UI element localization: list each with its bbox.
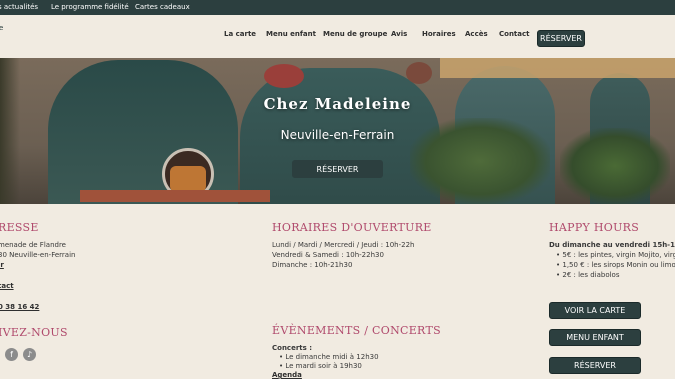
agenda-link[interactable]: Agenda: [272, 371, 302, 379]
top-bar: s actualités Le programme fidélité Carte…: [0, 0, 675, 15]
nav-horaires[interactable]: Horaires: [422, 30, 456, 38]
happy-item-1-text: 5€ : les pintes, virgin Mojito, virgin P…: [562, 251, 675, 259]
topbar-link-cartes-cadeaux[interactable]: Cartes cadeaux: [135, 3, 190, 11]
phone-link[interactable]: 0 38 16 42: [0, 303, 39, 311]
follow-heading: IVEZ-NOUS: [0, 326, 68, 339]
hero-title: Chez Madeleine: [263, 95, 412, 113]
hero-subtitle: Neuville-en-Ferrain: [280, 128, 395, 142]
logo[interactable]: e: [0, 24, 3, 32]
hero-fireplace-glow: [170, 166, 206, 192]
header-reserve-button[interactable]: RÉSERVER: [537, 30, 585, 47]
events-heading: ÉVÈNEMENTS / CONCERTS: [272, 324, 441, 337]
events-item-1-text: Le dimanche midi à 12h30: [285, 353, 379, 361]
happy-item-1: • 5€ : les pintes, virgin Mojito, virgin…: [556, 251, 675, 259]
events-item-2: • Le mardi soir à 19h30: [279, 362, 362, 370]
address-heading: RESSE: [0, 221, 39, 234]
address-line-2: 30 Neuville-en-Ferrain: [0, 251, 76, 259]
events-label: Concerts :: [272, 344, 313, 352]
nav-contact[interactable]: Contact: [499, 30, 530, 38]
address-line-1: menade de Flandre: [0, 241, 66, 249]
happy-hours-heading: HAPPY HOURS: [549, 221, 640, 234]
nav-acces[interactable]: Accès: [465, 30, 488, 38]
events-item-2-text: Le mardi soir à 19h30: [285, 362, 362, 370]
happy-hours-subtitle: Du dimanche au vendredi 15h-19h: [549, 241, 675, 249]
itinerary-link[interactable]: ir: [0, 261, 4, 269]
hours-line-3: Dimanche : 10h-21h30: [272, 261, 353, 269]
hero-table: [80, 190, 270, 202]
topbar-link-fidelite[interactable]: Le programme fidélité: [51, 3, 129, 11]
hero-straw-roof: [440, 58, 675, 78]
hero-lamp-red: [264, 64, 304, 88]
tiktok-icon[interactable]: ♪: [23, 348, 36, 361]
nav-menu-de-groupe[interactable]: Menu de groupe: [323, 30, 387, 38]
hero-reserve-button[interactable]: RÉSERVER: [292, 160, 383, 178]
facebook-icon[interactable]: f: [5, 348, 18, 361]
hours-line-2: Vendredi & Samedi : 10h-22h30: [272, 251, 384, 259]
nav-menu-enfant[interactable]: Menu enfant: [266, 30, 316, 38]
happy-item-3: • 2€ : les diabolos: [556, 271, 620, 279]
contact-link[interactable]: tact: [0, 282, 14, 290]
events-item-1: • Le dimanche midi à 12h30: [279, 353, 379, 361]
happy-item-3-text: 2€ : les diabolos: [562, 271, 620, 279]
hero-lamp-brown: [406, 62, 432, 84]
topbar-link-actualites[interactable]: s actualités: [0, 3, 38, 11]
happy-item-2-text: 1,50 € : les sirops Monin ou limonade: [562, 261, 675, 269]
reserve-button[interactable]: RÉSERVER: [549, 357, 641, 374]
nav-la-carte[interactable]: La carte: [224, 30, 256, 38]
hours-heading: HORAIRES D'OUVERTURE: [272, 221, 432, 234]
menu-enfant-button[interactable]: MENU ENFANT: [549, 329, 641, 346]
hours-line-1: Lundi / Mardi / Mercredi / Jeudi : 10h-2…: [272, 241, 415, 249]
happy-item-2: • 1,50 € : les sirops Monin ou limonade: [556, 261, 675, 269]
nav-avis[interactable]: Avis: [391, 30, 407, 38]
voir-la-carte-button[interactable]: VOIR LA CARTE: [549, 302, 641, 319]
